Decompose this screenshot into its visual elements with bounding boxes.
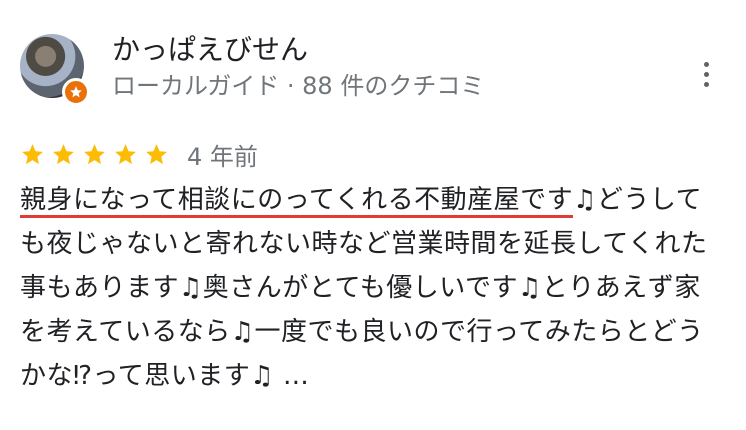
more-options-button[interactable] [694, 58, 718, 90]
star-icon [53, 143, 74, 164]
reviewer-header: かっぱえびせん ローカルガイド · 88 件のクチコミ [20, 30, 726, 106]
star-icon [115, 143, 136, 164]
reviewer-meta[interactable]: ローカルガイド · 88 件のクチコミ [112, 70, 484, 102]
star-icon [84, 143, 105, 164]
rating-row: 4 年前 [20, 136, 258, 172]
star-icon [146, 143, 167, 164]
local-guide-star-icon [62, 78, 90, 106]
star-icon [22, 143, 43, 164]
more-vert-icon [703, 61, 709, 67]
star-rating [20, 142, 169, 167]
highlighted-text: 親身になって相談にのってくれる不動産屋です [20, 185, 574, 218]
review-text: 親身になって相談にのってくれる不動産屋です♫どうしても夜じゃないと寄れない時など… [20, 178, 726, 398]
reviewer-avatar[interactable] [20, 34, 92, 106]
review-date: 4 年前 [187, 142, 258, 171]
reviewer-name[interactable]: かっぱえびせん [112, 32, 308, 68]
